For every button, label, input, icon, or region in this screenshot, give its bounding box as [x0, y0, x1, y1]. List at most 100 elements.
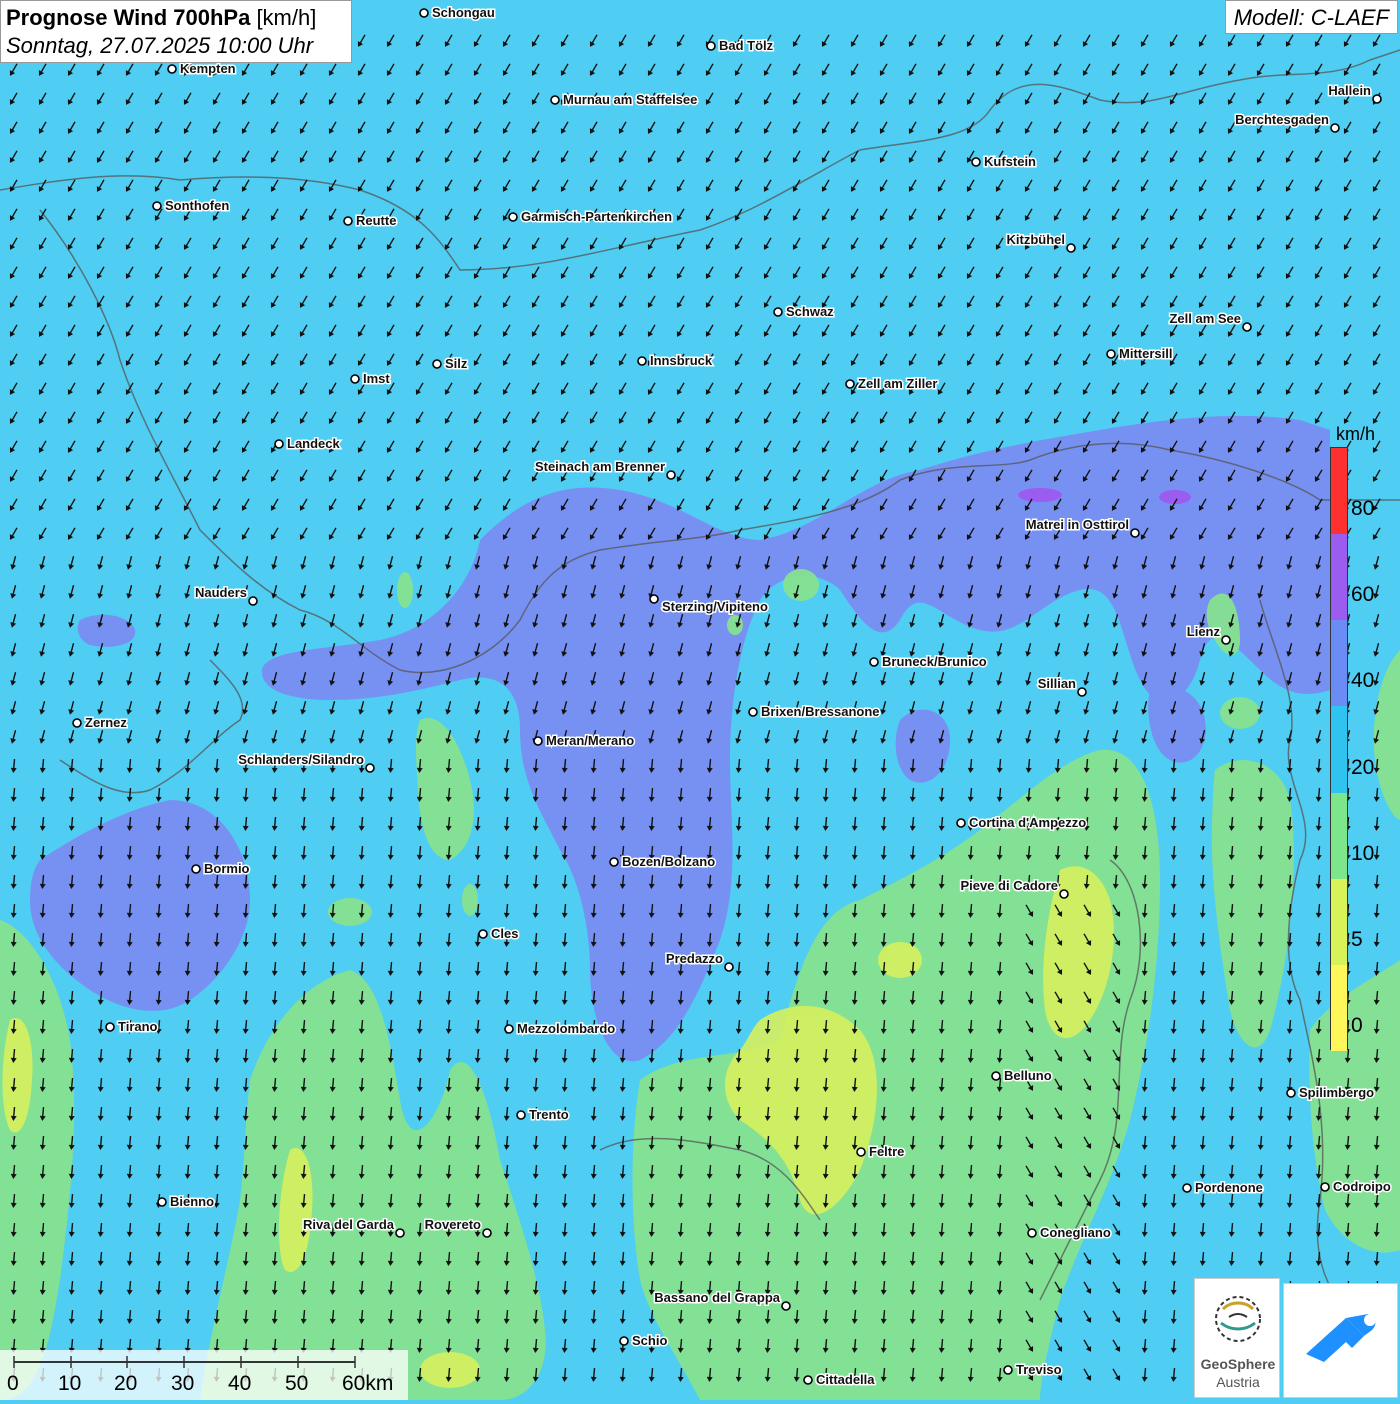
legend-color-segment — [1331, 792, 1347, 879]
city-garmisch-partenkirchen: Garmisch-Partenkirchen — [508, 208, 674, 226]
city-label: Berchtesgaden — [1235, 112, 1329, 127]
city-marker — [609, 857, 619, 867]
city-marker — [1242, 322, 1252, 332]
city-marker — [504, 1024, 514, 1034]
scale-label: 20 — [114, 1372, 138, 1395]
legend-label: 10 — [1351, 841, 1375, 865]
city-label: Murnau am Staffelsee — [563, 92, 697, 107]
city-label: Silz — [445, 356, 468, 371]
city-label: Tirano — [118, 1019, 158, 1034]
city-label: Cortina d'Ampezzo — [969, 815, 1086, 830]
city-label: Spilimbergo — [1299, 1085, 1374, 1100]
city-label: Zell am Ziller — [858, 376, 937, 391]
city-marker — [666, 470, 676, 480]
city-label: Zell am See — [1169, 311, 1241, 326]
geosphere-name: GeoSphere — [1200, 1356, 1276, 1372]
city-label: Kufstein — [984, 154, 1036, 169]
city-label: Kempten — [180, 61, 236, 76]
legend-color-segment — [1331, 878, 1347, 965]
city-schongau: Schongau — [419, 4, 496, 22]
city-marker — [773, 307, 783, 317]
city-marker — [1372, 94, 1382, 104]
city-marker — [365, 763, 375, 773]
city-label: Conegliano — [1040, 1225, 1111, 1240]
city-marker — [157, 1197, 167, 1207]
city-bruneck-brunico: Bruneck/Brunico — [869, 653, 988, 671]
city-sonthofen: Sonthofen — [152, 197, 231, 215]
city-marker — [971, 157, 981, 167]
scale-label: 0 — [7, 1372, 19, 1395]
city-marker — [167, 64, 177, 74]
city-mezzolombardo: Mezzolombardo — [504, 1020, 617, 1038]
title-unit: [km/h] — [256, 5, 317, 30]
city-label: Innsbruck — [650, 353, 713, 368]
scale-label: 60km — [342, 1372, 394, 1395]
city-marker — [1027, 1228, 1037, 1238]
map-title: Prognose Wind 700hPa [km/h] — [6, 4, 346, 32]
city-marker — [482, 1228, 492, 1238]
wind-map[interactable]: Schongau Bad Tölz Kempten Murnau am Staffel… — [0, 0, 1400, 1400]
city-spilimbergo: Spilimbergo — [1286, 1084, 1376, 1102]
model-label: Modell: C-LAEF — [1224, 0, 1398, 34]
city-marker — [803, 1375, 813, 1385]
city-label: Meran/Merano — [546, 733, 634, 748]
legend-color-segment — [1331, 964, 1347, 1051]
legend-label: 80 — [1351, 497, 1375, 521]
city-marker — [508, 212, 518, 222]
forecast-datetime: Sonntag, 27.07.2025 10:00 Uhr — [6, 33, 314, 58]
city-label: Nauders — [195, 585, 247, 600]
city-marker — [1077, 687, 1087, 697]
city-label: Pordenone — [1195, 1180, 1263, 1195]
city-label: Bassano del Grappa — [654, 1290, 780, 1305]
city-label: Bruneck/Brunico — [882, 654, 987, 669]
city-marker — [781, 1301, 791, 1311]
city-label: Sonthofen — [165, 198, 229, 213]
city-marker — [105, 1022, 115, 1032]
city-label: Schio — [632, 1333, 667, 1348]
geosphere-country: Austria — [1216, 1374, 1260, 1390]
scale-label: 30 — [171, 1372, 195, 1395]
city-marker — [72, 718, 82, 728]
city-bozen-bolzano: Bozen/Bolzano — [609, 853, 717, 871]
city-label: Predazzo — [666, 951, 723, 966]
legend-label: 20 — [1351, 755, 1375, 779]
city-label: Treviso — [1016, 1362, 1062, 1377]
city-label: Belluno — [1004, 1068, 1052, 1083]
city-cortina-d-ampezzo: Cortina d'Ampezzo — [956, 814, 1088, 832]
city-label: Mittersill — [1119, 346, 1172, 361]
legend-color-segment — [1331, 448, 1347, 535]
city-label: Schwaz — [786, 304, 834, 319]
geosphere-logo[interactable]: GeoSphere Austria — [1194, 1278, 1280, 1398]
city-marker — [1106, 349, 1116, 359]
city-label: Pieve di Cadore — [960, 878, 1058, 893]
city-marker — [1286, 1088, 1296, 1098]
legend-color-segment — [1331, 620, 1347, 707]
city-label: Sillian — [1038, 676, 1076, 691]
city-marker — [533, 736, 543, 746]
city-marker — [432, 359, 442, 369]
city-label: Bormio — [204, 861, 250, 876]
city-marker — [1221, 635, 1231, 645]
city-marker — [1182, 1183, 1192, 1193]
legend-label: 60 — [1351, 583, 1375, 607]
city-marker — [1059, 889, 1069, 899]
city-label: Reutte — [356, 213, 396, 228]
app-logo[interactable] — [1283, 1283, 1398, 1398]
city-label: Sterzing/Vipiteno — [662, 599, 768, 614]
city-label: Brixen/Bressanone — [761, 704, 880, 719]
city-marker — [395, 1228, 405, 1238]
city-label: Mezzolombardo — [517, 1021, 615, 1036]
city-label: Garmisch-Partenkirchen — [521, 209, 672, 224]
city-label: Bozen/Bolzano — [622, 854, 715, 869]
city-zell-am-ziller: Zell am Ziller — [845, 375, 939, 393]
city-marker — [991, 1071, 1001, 1081]
city-marker — [724, 962, 734, 972]
city-marker — [1320, 1182, 1330, 1192]
city-label: Kitzbühel — [1007, 232, 1066, 247]
city-marker — [1130, 528, 1140, 538]
city-innsbruck: Innsbruck — [637, 352, 714, 370]
city-marker — [350, 374, 360, 384]
city-marker — [152, 201, 162, 211]
app-logo-icon — [1306, 1314, 1376, 1362]
city-marker — [550, 95, 560, 105]
